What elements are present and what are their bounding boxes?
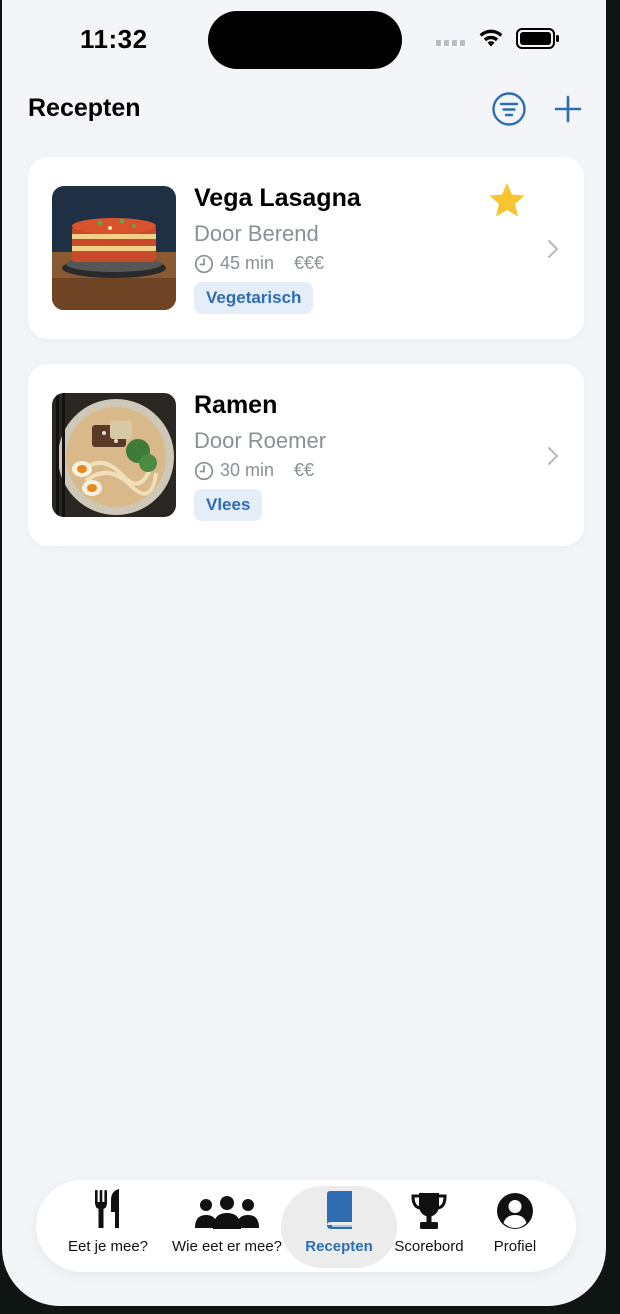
person-circle-icon xyxy=(497,1193,533,1229)
tab-label: Eet je mee? xyxy=(67,1238,149,1255)
add-recipe-button[interactable] xyxy=(553,94,583,129)
dynamic-island xyxy=(208,11,402,69)
tab-scorebord[interactable]: Scorebord xyxy=(386,1180,472,1272)
fork-knife-icon xyxy=(95,1189,119,1228)
tab-recepten[interactable]: Recepten xyxy=(294,1180,384,1272)
chevron-right-icon xyxy=(548,240,558,258)
recipe-price: €€ xyxy=(294,460,315,480)
filter-button[interactable] xyxy=(491,91,527,132)
recipe-author: Door Roemer xyxy=(194,428,327,453)
recipe-card-ramen[interactable]: Ramen Door Roemer 30 min €€ Vlees xyxy=(28,364,584,546)
recipe-price: €€€ xyxy=(294,253,325,273)
tab-label: Scorebord xyxy=(394,1238,464,1255)
people-icon xyxy=(195,1196,259,1229)
clock-icon xyxy=(194,254,214,273)
plus-icon xyxy=(554,95,582,123)
recipe-card-vega-lasagna[interactable]: Vega Lasagna Door Berend 45 min €€€ Vege… xyxy=(28,157,584,339)
favorite-star-icon[interactable] xyxy=(488,182,526,218)
chevron-right-icon xyxy=(548,447,558,465)
recipe-image-ramen xyxy=(52,393,176,517)
recipe-meta: 45 min €€€ xyxy=(194,253,324,274)
tab-label: Recepten xyxy=(305,1238,373,1255)
recipe-duration: 45 min xyxy=(220,253,275,273)
status-time: 11:32 xyxy=(80,24,148,54)
device-frame: 11:32 Recepten Vega Lasagna Door Berend … xyxy=(0,0,620,1314)
tab-label: Wie eet er mee? xyxy=(171,1238,283,1255)
recipe-title: Vega Lasagna xyxy=(194,184,361,212)
battery-icon xyxy=(516,28,559,49)
category-tag: Vegetarisch xyxy=(194,282,314,314)
trophy-icon xyxy=(411,1193,447,1229)
recipe-author: Door Berend xyxy=(194,221,319,246)
tab-label: Profiel xyxy=(493,1238,537,1255)
tab-bar: Eet je mee? Wie eet er mee? Recepten Sco… xyxy=(36,1180,576,1272)
filter-icon xyxy=(492,92,526,126)
recipe-title: Ramen xyxy=(194,391,278,419)
category-tag: Vlees xyxy=(194,489,263,521)
recipe-image-lasagna xyxy=(52,186,176,310)
tab-eet-je-mee[interactable]: Eet je mee? xyxy=(64,1180,152,1272)
page-title: Recepten xyxy=(28,94,141,122)
app-screen: 11:32 Recepten Vega Lasagna Door Berend … xyxy=(2,0,606,1306)
clock-icon xyxy=(194,461,214,480)
wifi-icon xyxy=(479,29,503,47)
tab-profiel[interactable]: Profiel xyxy=(478,1180,552,1272)
recipe-meta: 30 min €€ xyxy=(194,460,314,481)
recipe-duration: 30 min xyxy=(220,460,275,480)
cellular-signal-icon xyxy=(436,40,465,46)
tab-wie-eet-er-mee[interactable]: Wie eet er mee? xyxy=(165,1180,289,1272)
book-icon xyxy=(327,1191,352,1229)
